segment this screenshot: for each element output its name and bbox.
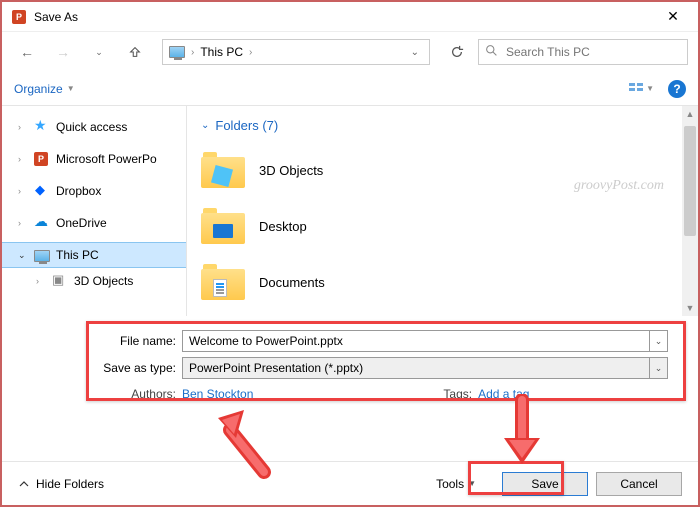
filename-input[interactable] [182,330,650,352]
titlebar: P Save As ✕ [2,2,698,32]
pc-icon [169,46,185,58]
window-title: Save As [34,10,658,24]
savetype-dropdown[interactable]: ⌄ [650,357,668,379]
chevron-up-icon [18,478,30,490]
expand-icon[interactable]: › [18,218,28,228]
scroll-up-arrow[interactable]: ▲ [682,106,698,122]
folder-label: 3D Objects [259,163,323,178]
hide-folders-label: Hide Folders [36,477,104,491]
help-button[interactable]: ? [668,80,686,98]
navigation-pane: › Quick access › Microsoft PowerPo › Dro… [2,106,187,316]
breadcrumb-this-pc[interactable]: This PC [200,45,243,59]
save-button[interactable]: Save [502,472,588,496]
folder-icon [201,208,245,244]
history-dropdown[interactable]: ⌄ [84,39,114,65]
star-icon [34,119,50,135]
sidebar-item-this-pc[interactable]: ⌄ This PC [2,242,186,268]
sidebar-item-label: OneDrive [56,216,107,230]
savetype-label: Save as type: [100,361,182,375]
address-dropdown[interactable]: ⌄ [407,47,423,58]
tags-add-link[interactable]: Add a tag [478,387,529,401]
sidebar-item-label: Microsoft PowerPo [56,152,157,166]
sidebar-item-dropbox[interactable]: › Dropbox [2,178,186,204]
vertical-scrollbar[interactable]: ▲ ▼ [682,106,698,316]
sidebar-item-powerpoint[interactable]: › Microsoft PowerPo [2,146,186,172]
chevron-right-icon[interactable]: › [249,47,252,58]
sidebar-item-quick-access[interactable]: › Quick access [2,114,186,140]
up-button[interactable] [120,39,150,65]
search-input[interactable] [504,44,681,60]
search-box[interactable] [478,39,688,65]
expand-icon[interactable]: › [36,276,46,286]
expand-icon[interactable]: › [18,186,28,196]
authors-label: Authors: [100,387,182,401]
organize-label: Organize [14,82,63,96]
folders-group-label: Folders (7) [215,118,278,133]
folders-group-header[interactable]: ⌄ Folders (7) [201,114,684,136]
close-button[interactable]: ✕ [658,8,688,25]
filename-dropdown[interactable]: ⌄ [650,330,668,352]
folder-label: Desktop [259,219,307,234]
scroll-down-arrow[interactable]: ▼ [682,300,698,316]
powerpoint-icon [34,151,50,167]
nav-toolbar: ← → ⌄ › This PC › ⌄ [2,32,698,72]
tools-menu[interactable]: Tools ▼ [436,477,476,491]
folder-item-desktop[interactable]: Desktop [201,198,684,254]
forward-button[interactable]: → [48,39,78,65]
pc-icon [34,250,50,262]
sidebar-item-onedrive[interactable]: › OneDrive [2,210,186,236]
address-bar[interactable]: › This PC › ⌄ [162,39,430,65]
filename-label: File name: [100,334,182,348]
onedrive-icon [34,215,50,231]
organize-menu[interactable]: Organize ▼ [14,82,75,96]
chevron-right-icon[interactable]: › [191,47,194,58]
save-as-dialog: P Save As ✕ ← → ⌄ › This PC › ⌄ Or [0,0,700,507]
sidebar-item-label: This PC [56,248,99,262]
refresh-button[interactable] [442,39,472,65]
dropbox-icon [34,183,50,199]
savetype-combobox[interactable]: PowerPoint Presentation (*.pptx) [182,357,650,379]
folder-icon [201,152,245,188]
sidebar-item-label: Quick access [56,120,127,134]
organize-toolbar: Organize ▼ ▼ ? [2,72,698,106]
back-button[interactable]: ← [12,39,42,65]
expand-icon[interactable]: › [18,122,28,132]
folder-view: ⌄ Folders (7) 3D Objects Desktop Documen… [187,106,698,316]
hide-folders-button[interactable]: Hide Folders [18,477,104,491]
folder-icon [201,264,245,300]
sidebar-item-3d-objects[interactable]: › 3D Objects [2,268,186,294]
chevron-down-icon: ▼ [67,84,75,93]
folder-item-documents[interactable]: Documents [201,254,684,310]
savetype-value: PowerPoint Presentation (*.pptx) [189,361,363,375]
tags-label: Tags: [443,387,472,401]
scrollbar-thumb[interactable] [684,126,696,236]
tools-label: Tools [436,477,464,491]
cancel-button[interactable]: Cancel [596,472,682,496]
chevron-down-icon: ▼ [646,84,654,93]
view-options-button[interactable]: ▼ [628,82,654,96]
expand-icon[interactable]: › [18,154,28,164]
powerpoint-icon: P [12,10,26,24]
expand-icon[interactable]: ⌄ [18,250,28,261]
folder-label: Documents [259,275,325,290]
bottom-bar: Hide Folders Tools ▼ Save Cancel [2,461,698,505]
search-icon [485,44,498,60]
explorer-body: › Quick access › Microsoft PowerPo › Dro… [2,106,698,316]
folder-item-3d-objects[interactable]: 3D Objects [201,142,684,198]
3d-objects-icon [52,273,68,289]
sidebar-item-label: Dropbox [56,184,101,198]
chevron-down-icon: ⌄ [201,120,209,131]
file-form: File name: ⌄ Save as type: PowerPoint Pr… [86,318,682,411]
sidebar-item-label: 3D Objects [74,274,133,288]
authors-value[interactable]: Ben Stockton [182,387,253,401]
chevron-down-icon: ▼ [468,479,476,488]
